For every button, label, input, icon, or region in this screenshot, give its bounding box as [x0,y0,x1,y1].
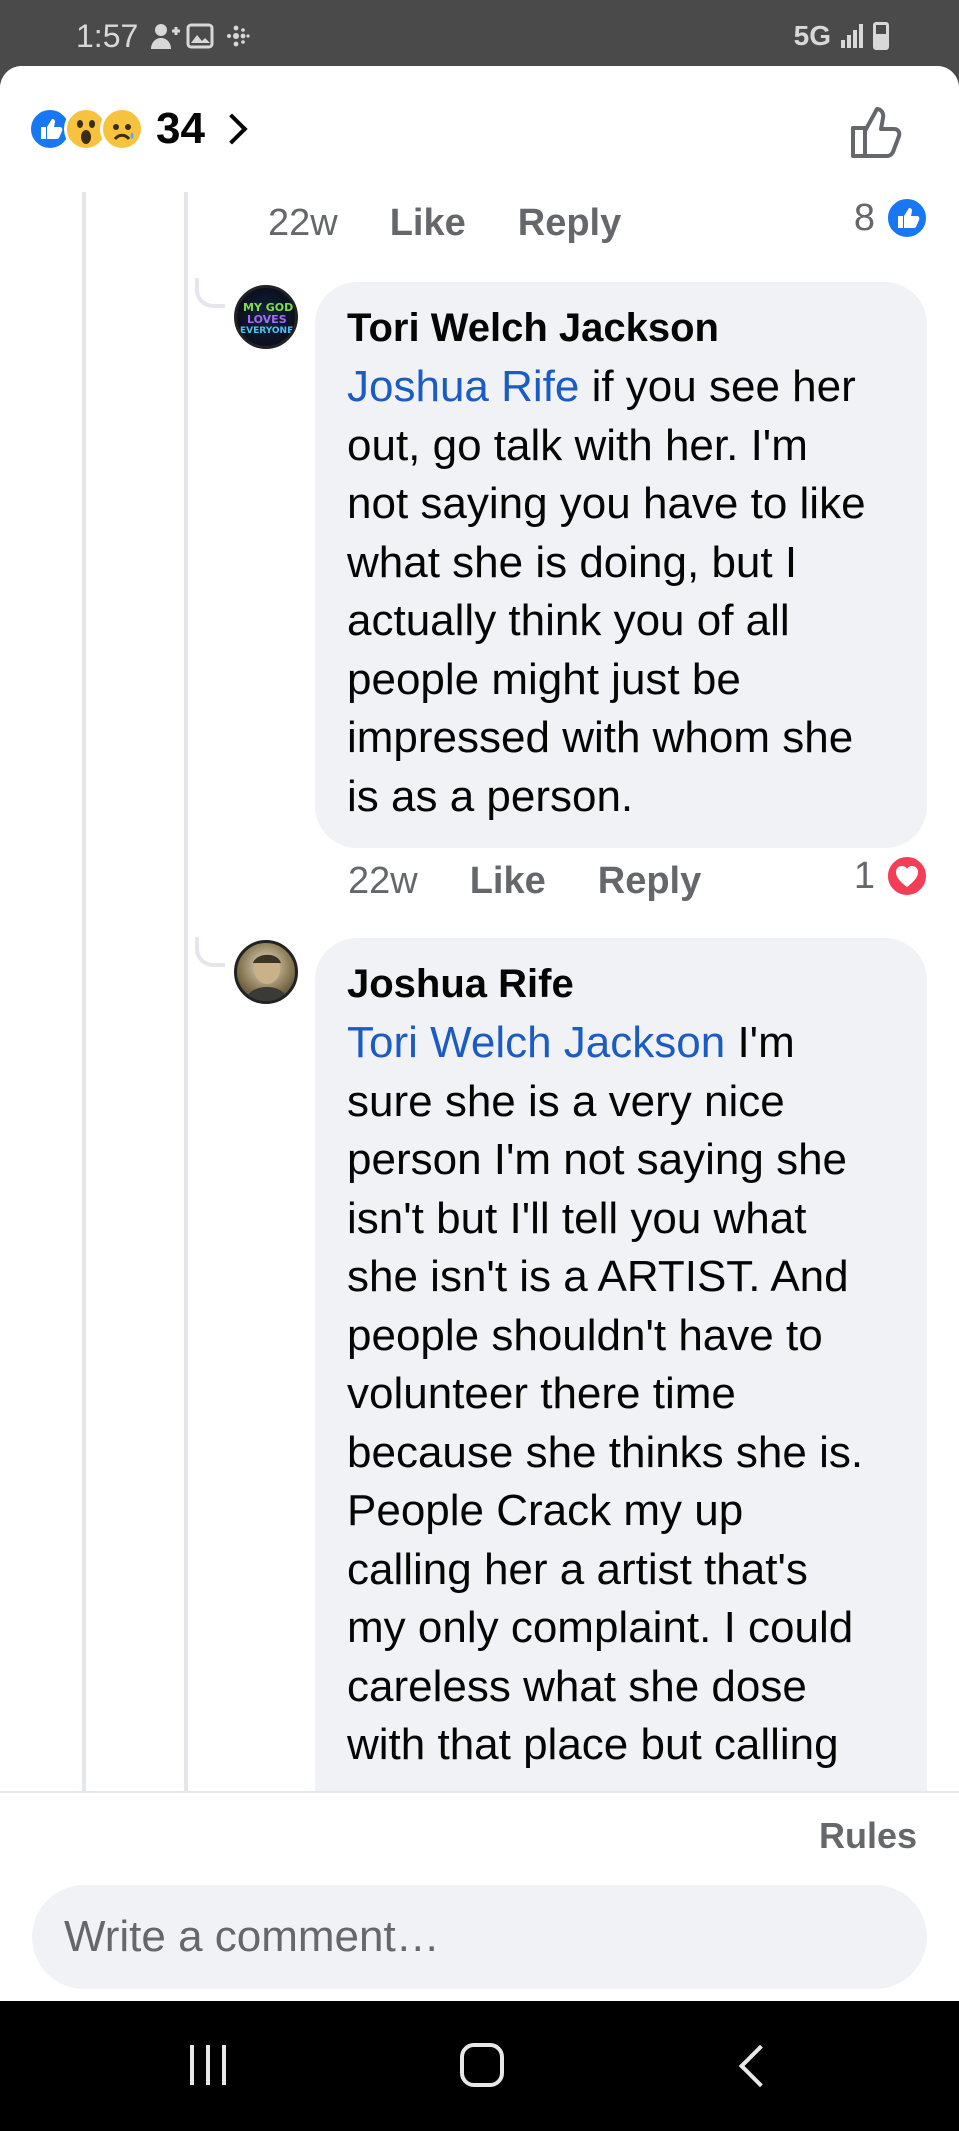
comment-line: people might just be [347,654,741,704]
comment-line: People Crack my up [347,1486,744,1535]
reaction-badge[interactable]: 8 [854,196,929,240]
fitbit-icon [222,22,250,50]
comment-line: because she thinks she is. [347,1427,864,1477]
system-nav-bar [0,2001,959,2131]
network-type: 5G [793,20,831,51]
avatar[interactable]: MY GOD LOVES EVERYONE [234,285,298,349]
comment-line: she isn't is a ARTIST. And [347,1252,849,1301]
status-notification-icons [150,22,250,50]
thumbs-up-outline-icon[interactable] [847,102,907,162]
comment-text: Joshua Rife if you see her out, go talk … [347,358,895,826]
comment-composer: Rules [0,1791,959,2001]
reaction-badge-count: 8 [853,196,875,239]
comment-line: calling her a artist that's [347,1544,808,1594]
comment-author[interactable]: Tori Welch Jackson [347,302,895,354]
comment-line: sure she is a very nice [347,1076,785,1126]
comment-author[interactable]: Joshua Rife [347,958,895,1010]
comment-line: I'm [725,1018,795,1067]
comment-line: people shouldn't have to [347,1310,823,1360]
reaction-badge-count: 1 [853,854,875,897]
like-reaction-icon [885,196,929,240]
comment-timestamp: 22w [268,202,338,244]
avatar-text: MY GOD [243,301,294,314]
comment-actions-row: 22w Like Reply [268,202,673,245]
thread-connector [195,937,225,967]
comment-line: volunteer there time [347,1369,736,1418]
comment-bubble[interactable]: Joshua Rife Tori Welch Jackson I'm sure … [315,938,927,1857]
back-icon[interactable] [738,2044,782,2088]
battery-icon [873,22,889,50]
comment-line: isn't but I'll tell you what [347,1193,807,1243]
love-reaction-icon [885,854,929,898]
comment-line: not saying you have to like [347,479,866,528]
avatar-text: LOVES [247,313,287,326]
comment-line: impressed with whom she [347,713,854,762]
comment-actions-row: 22w Like Reply [348,860,753,903]
comment-bubble[interactable]: Tori Welch Jackson Joshua Rife if you se… [315,282,927,848]
add-person-icon [150,22,180,50]
home-icon[interactable] [460,2043,504,2087]
signal-icon [841,24,863,48]
status-right: 5G [794,20,889,52]
avatar[interactable] [234,940,298,1004]
like-button[interactable]: Like [390,202,466,245]
comment-thread[interactable]: 22w Like Reply 8 MY GOD LOVES EVERYONE T… [0,192,959,1857]
reaction-count: 34 [156,104,205,153]
comment-line: what she is doing, but I [347,537,798,587]
reactions-summary[interactable]: 34 [28,104,248,154]
image-icon [186,22,214,50]
status-time: 1:57 [76,18,139,54]
sheet-header: 34 [0,66,959,192]
comment-line: careless what she dose [347,1661,807,1711]
comment-line: person I'm not saying she [347,1135,848,1184]
comment-line: out, go talk with her. I'm [347,420,808,470]
comment-input[interactable] [32,1885,927,1989]
thread-line-outer [82,192,86,1857]
thread-line-inner [184,192,188,1857]
avatar-text: EVERYONE [240,326,294,336]
mention-link[interactable]: Joshua Rife [347,362,579,411]
reply-button[interactable]: Reply [598,860,701,903]
rules-link[interactable]: Rules [819,1815,917,1857]
like-button[interactable]: Like [470,860,546,903]
status-bar: 1:57 5G [0,0,959,66]
comment-line: if you see her [579,362,856,411]
reply-button[interactable]: Reply [518,202,621,245]
comment-line: actually think you of all [347,596,790,645]
mention-link[interactable]: Tori Welch Jackson [347,1018,725,1067]
comment-timestamp: 22w [348,860,418,902]
reaction-badge[interactable]: 1 [854,854,929,898]
chevron-right-icon [216,113,248,145]
thread-connector [195,278,225,308]
comment-line: my only complaint. I could [347,1603,854,1652]
recent-apps-icon[interactable] [190,2045,226,2085]
comments-sheet: 34 22w Like Reply 8 MY GOD LOVES EVERYON… [0,66,959,2001]
sad-reaction-icon [100,107,144,151]
comment-line: with that place but calling [347,1720,839,1769]
comment-text: Tori Welch Jackson I'm sure she is a ver… [347,1014,895,1775]
comment-line: is as a person. [347,771,634,821]
